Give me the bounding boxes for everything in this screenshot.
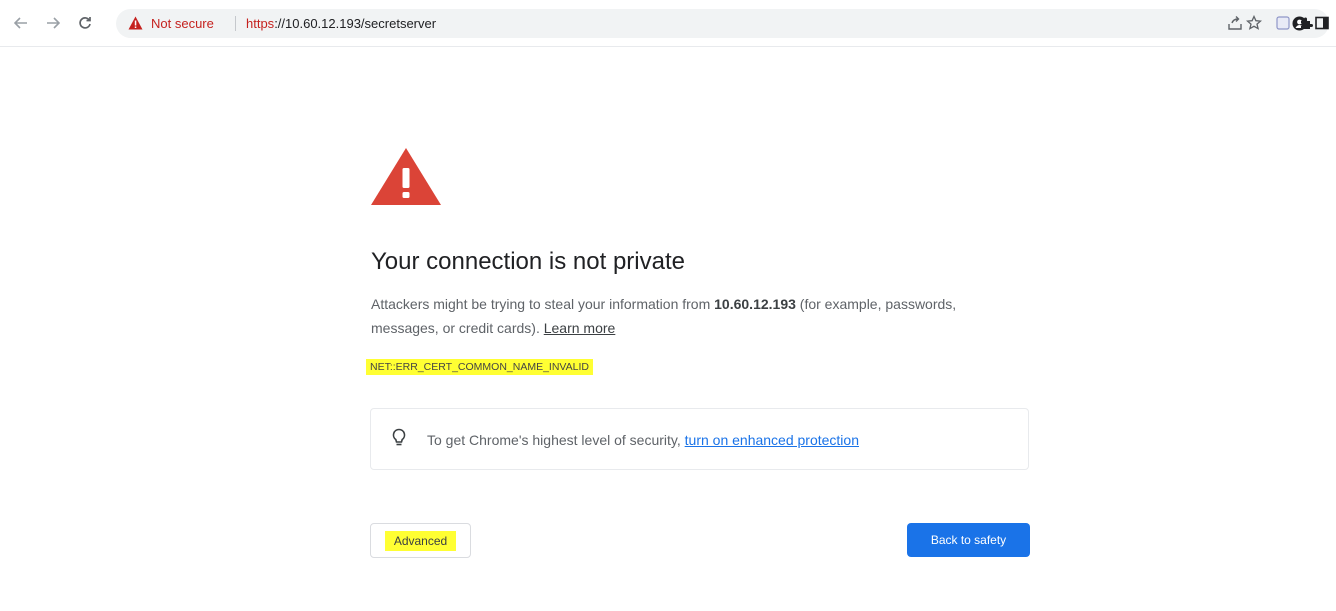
side-panel-icon[interactable] <box>1312 13 1332 33</box>
page-title: Your connection is not private <box>371 248 685 275</box>
not-secure-label[interactable]: Not secure <box>151 16 214 31</box>
url-text[interactable]: https://10.60.12.193/secretserver <box>246 16 436 31</box>
warning-description: Attackers might be trying to steal your … <box>371 292 1011 340</box>
desc-text-before: Attackers might be trying to steal your … <box>371 296 715 312</box>
reload-icon[interactable] <box>75 13 95 33</box>
enhanced-protection-text: To get Chrome's highest level of securit… <box>427 430 859 450</box>
advanced-label: Advanced <box>384 530 457 551</box>
back-to-safety-button[interactable]: Back to safety <box>907 523 1030 557</box>
browser-toolbar: Not secure https://10.60.12.193/secretse… <box>0 0 1336 46</box>
share-icon[interactable] <box>1225 13 1245 33</box>
url-scheme: https <box>246 16 275 31</box>
advanced-button[interactable]: Advanced <box>370 523 471 558</box>
warning-icon <box>128 16 143 30</box>
omnibox-divider <box>235 16 236 31</box>
address-bar[interactable]: Not secure https://10.60.12.193/secretse… <box>116 9 1329 38</box>
learn-more-link[interactable]: Learn more <box>544 320 616 336</box>
enhanced-text: To get Chrome's highest level of securit… <box>427 432 685 448</box>
toolbar-divider <box>0 46 1336 47</box>
warning-triangle-icon <box>371 148 441 205</box>
arrow-left-icon[interactable] <box>11 13 31 33</box>
lightbulb-icon <box>392 428 406 446</box>
error-code[interactable]: NET::ERR_CERT_COMMON_NAME_INVALID <box>366 359 593 375</box>
enhanced-protection-link[interactable]: turn on enhanced protection <box>685 432 859 448</box>
desc-host: 10.60.12.193 <box>714 296 796 312</box>
url-path: ://10.60.12.193/secretserver <box>274 16 437 31</box>
star-icon[interactable] <box>1244 13 1264 33</box>
enhanced-protection-box: To get Chrome's highest level of securit… <box>370 408 1029 470</box>
arrow-right-icon[interactable] <box>43 13 63 33</box>
